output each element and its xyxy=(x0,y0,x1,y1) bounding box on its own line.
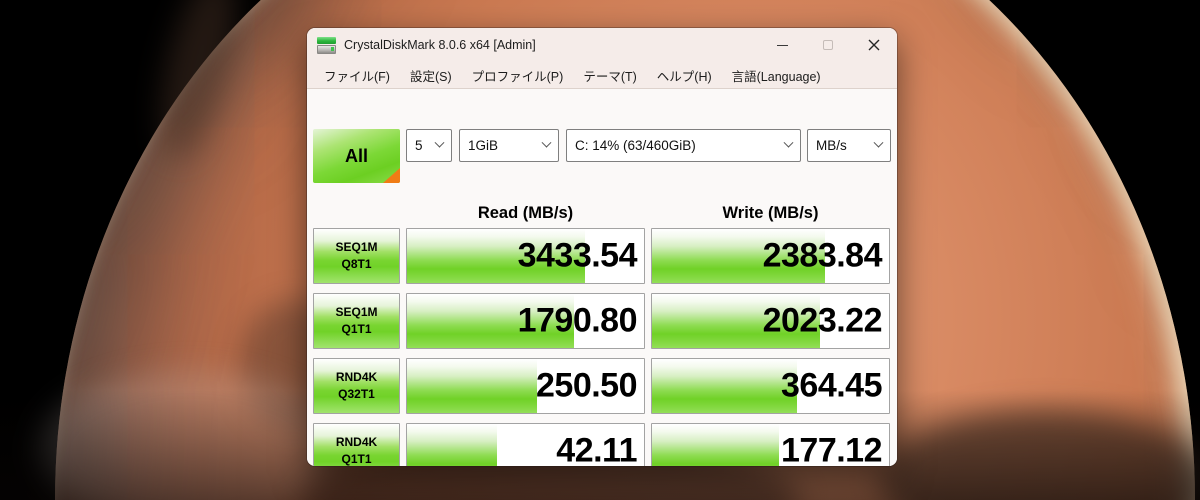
client-area: All 5 1GiB C: 14% (63/460GiB) MB/s Read … xyxy=(307,90,897,466)
titlebar[interactable]: CrystalDiskMark 8.0.6 x64 [Admin] xyxy=(307,28,897,62)
minimize-icon xyxy=(776,44,788,46)
target-drive-value: C: 14% (63/460GiB) xyxy=(575,138,696,153)
maximize-button[interactable] xyxy=(805,28,851,62)
result-value: 177.12 xyxy=(781,431,883,467)
crystaldiskmark-window: CrystalDiskMark 8.0.6 x64 [Admin] ファイル(F… xyxy=(307,28,897,466)
result-cell-rnd4k-q1t1-read: 42.11 xyxy=(406,423,645,466)
unit-select[interactable]: MB/s xyxy=(807,129,891,162)
result-value: 1790.80 xyxy=(517,301,638,340)
target-drive-select[interactable]: C: 14% (63/460GiB) xyxy=(566,129,801,162)
test-button-seq1m-q1t1[interactable]: SEQ1M Q1T1 xyxy=(313,293,400,349)
chevron-down-icon xyxy=(783,137,794,148)
result-value: 2383.84 xyxy=(762,236,883,275)
write-column-header: Write (MB/s) xyxy=(722,204,819,222)
minimize-button[interactable] xyxy=(759,28,805,62)
result-value: 2023.22 xyxy=(762,301,883,340)
menu-theme[interactable]: テーマ(T) xyxy=(573,62,646,89)
corner-triangle-icon xyxy=(383,168,400,183)
close-button[interactable] xyxy=(851,28,897,62)
menu-settings[interactable]: 設定(S) xyxy=(400,62,462,89)
chevron-down-icon xyxy=(873,137,884,148)
run-all-label: All xyxy=(344,145,368,166)
result-bar xyxy=(407,424,498,466)
unit-value: MB/s xyxy=(816,138,847,153)
maximize-icon xyxy=(823,40,833,50)
test-count-select[interactable]: 5 xyxy=(406,129,452,162)
result-cell-seq1m-q8t1-write: 2383.84 xyxy=(651,228,890,284)
test-size-select[interactable]: 1GiB xyxy=(459,129,559,162)
result-cell-rnd4k-q32t1-write: 364.45 xyxy=(651,358,890,414)
menu-help[interactable]: ヘルプ(H) xyxy=(647,62,722,89)
result-value: 250.50 xyxy=(536,366,638,405)
result-value: 42.11 xyxy=(556,431,637,467)
run-all-button[interactable]: All xyxy=(313,129,400,183)
result-cell-seq1m-q1t1-read: 1790.80 xyxy=(406,293,645,349)
result-cell-rnd4k-q32t1-read: 250.50 xyxy=(406,358,645,414)
chevron-down-icon xyxy=(434,137,445,148)
test-button-rnd4k-q32t1[interactable]: RND4K Q32T1 xyxy=(313,358,400,414)
result-bar xyxy=(652,424,779,466)
menu-language[interactable]: 言語(Language) xyxy=(722,62,831,89)
test-count-value: 5 xyxy=(415,138,423,153)
result-bar xyxy=(652,359,797,413)
window-title: CrystalDiskMark 8.0.6 x64 [Admin] xyxy=(344,38,536,52)
menubar: ファイル(F) 設定(S) プロファイル(P) テーマ(T) ヘルプ(H) 言語… xyxy=(307,62,897,89)
result-cell-rnd4k-q1t1-write: 177.12 xyxy=(651,423,890,466)
test-button-seq1m-q8t1[interactable]: SEQ1M Q8T1 xyxy=(313,228,400,284)
test-button-rnd4k-q1t1[interactable]: RND4K Q1T1 xyxy=(313,423,400,466)
result-value: 364.45 xyxy=(781,366,883,405)
result-bar xyxy=(407,359,538,413)
result-cell-seq1m-q8t1-read: 3433.54 xyxy=(406,228,645,284)
app-disk-icon xyxy=(317,36,336,54)
menu-file[interactable]: ファイル(F) xyxy=(314,62,400,89)
chevron-down-icon xyxy=(541,137,552,148)
menu-profile[interactable]: プロファイル(P) xyxy=(462,62,574,89)
result-value: 3433.54 xyxy=(517,236,638,275)
result-cell-seq1m-q1t1-write: 2023.22 xyxy=(651,293,890,349)
read-column-header: Read (MB/s) xyxy=(477,204,574,222)
close-icon xyxy=(868,39,880,51)
test-size-value: 1GiB xyxy=(468,138,499,153)
